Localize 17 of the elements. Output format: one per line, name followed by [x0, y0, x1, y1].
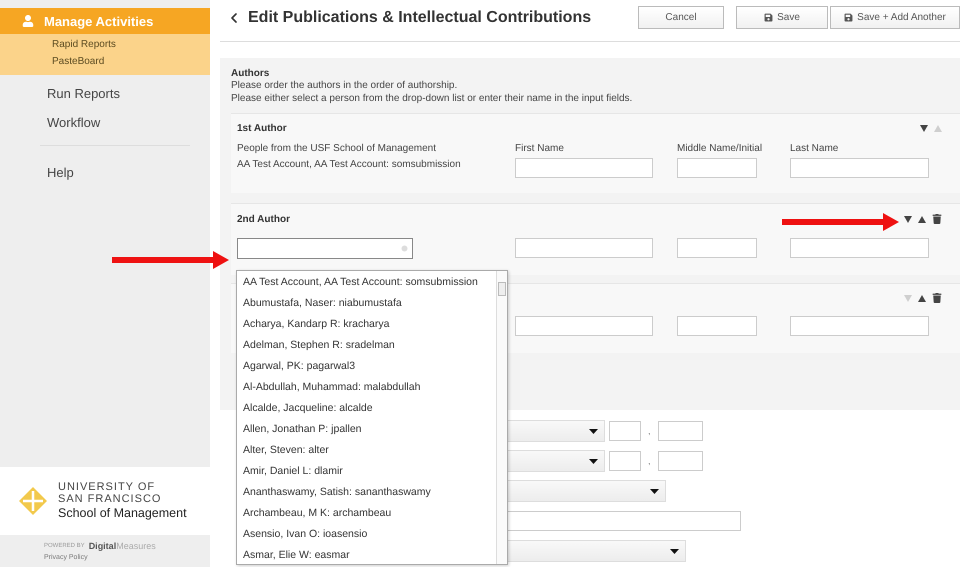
instruction-text: Please order the authors in the order of authorship. [231, 79, 458, 92]
school-name: School of Management [58, 505, 187, 521]
university-name: UNIVERSITY OF [58, 481, 156, 493]
field-label: Middle Name/Initial [677, 142, 764, 156]
selected-person: AA Test Account, AA Test Account: somsubmission [237, 158, 462, 172]
field-label: Last Name [790, 142, 840, 156]
author-heading: 2nd Author [237, 214, 290, 224]
author-heading: 1st Author [237, 122, 287, 134]
field-label: First Name [515, 142, 565, 156]
separator: , [648, 426, 651, 436]
vendor-name: DigitalMeasures [88, 541, 156, 551]
people-label: People from the USF School of Management [237, 142, 437, 156]
page-title: Edit Publications & Intellectual Contributions [248, 9, 592, 27]
section-heading: Authors [231, 68, 270, 79]
instruction-text: Please either select a person from the drop-down list or enter their name in the input fields. [231, 92, 634, 105]
university-name: SAN FRANCISCO [58, 493, 162, 505]
separator: , [648, 456, 651, 466]
